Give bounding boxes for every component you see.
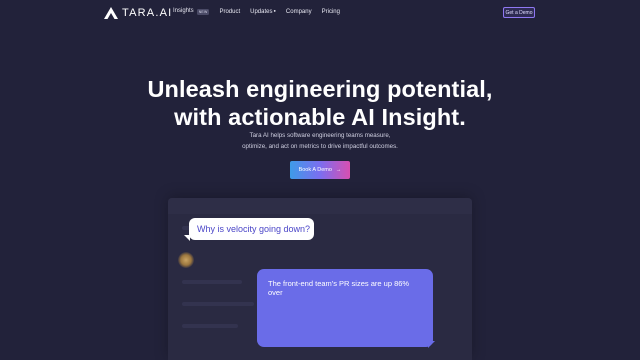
hero-subtitle-line: Tara AI helps software engineering teams… bbox=[249, 132, 391, 139]
preview-placeholder bbox=[182, 280, 242, 284]
new-badge: NEW bbox=[196, 9, 210, 15]
nav-item-pricing[interactable]: Pricing bbox=[322, 9, 340, 15]
nav-links: Insights NEW Product Updates ● Company P… bbox=[173, 8, 350, 15]
arrow-right-icon: → bbox=[335, 167, 342, 173]
book-demo-button[interactable]: Book A Demo → bbox=[290, 161, 350, 179]
nav-item-company[interactable]: Company bbox=[286, 9, 312, 15]
nav-item-updates[interactable]: Updates ● bbox=[250, 7, 276, 15]
get-demo-button[interactable]: Get a Demo bbox=[503, 7, 535, 18]
hero-subtitle-line: optimize, and act on metrics to drive im… bbox=[242, 142, 398, 150]
book-demo-label: Book A Demo bbox=[298, 167, 332, 173]
preview-header bbox=[168, 198, 472, 214]
nav-item-label: Pricing bbox=[321, 8, 340, 15]
hero-title: Unleash engineering potential, with acti… bbox=[0, 75, 640, 131]
logo-text: TARA.AI bbox=[122, 7, 173, 19]
question-bubble: Why is velocity going down? bbox=[189, 218, 314, 240]
nav-item-label: Updates bbox=[250, 8, 273, 15]
nav-item-insights[interactable]: Insights NEW bbox=[173, 8, 210, 15]
answer-bubble: The front-end team's PR sizes are up 86%… bbox=[257, 269, 433, 347]
nav-item-label: Product bbox=[219, 8, 241, 15]
tara-logo-icon bbox=[104, 7, 118, 19]
nav-item-label: Insights bbox=[173, 8, 194, 14]
hero-subtitle: Tara AI helps software engineering teams… bbox=[0, 131, 640, 152]
top-nav: TARA.AI Insights NEW Product Updates ● C… bbox=[0, 0, 640, 26]
ai-orb-icon bbox=[178, 252, 194, 268]
hero-title-line: with actionable AI Insight. bbox=[174, 104, 466, 130]
answer-bubble-tail bbox=[428, 341, 435, 348]
nav-item-product[interactable]: Product bbox=[219, 9, 240, 15]
preview-placeholder bbox=[182, 324, 238, 328]
brand-logo[interactable]: TARA.AI bbox=[104, 6, 172, 20]
hero-title-line: Unleash engineering potential, bbox=[147, 76, 493, 102]
notification-dot-icon: ● bbox=[273, 7, 276, 13]
preview-placeholder bbox=[182, 302, 254, 306]
nav-item-label: Company bbox=[285, 8, 312, 15]
